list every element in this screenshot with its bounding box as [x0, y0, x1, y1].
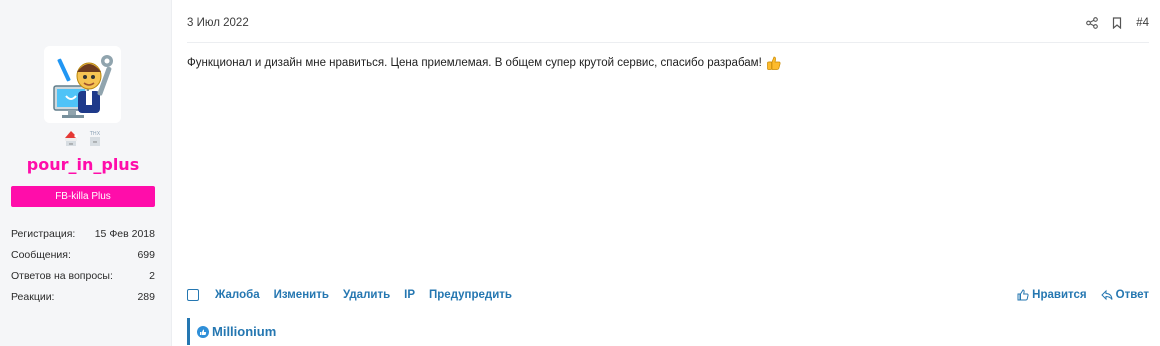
like-reaction-icon: [197, 325, 209, 338]
warn-link[interactable]: Предупредить: [429, 289, 512, 301]
like-button[interactable]: Нравится: [1017, 289, 1087, 301]
post-message: Функционал и дизайн мне нравиться. Цена …: [187, 55, 782, 71]
stat-registration: Регистрация: 15 Фев 2018: [11, 225, 155, 246]
report-link[interactable]: Жалоба: [215, 289, 260, 301]
post-meta-actions: #4: [1086, 15, 1149, 31]
post-actions-right: Нравится Ответ: [1017, 289, 1149, 301]
reactions-bar: Millionium: [187, 318, 276, 345]
delete-link[interactable]: Удалить: [343, 289, 390, 301]
bookmark-icon[interactable]: [1112, 17, 1122, 29]
user-banner: FB-killa Plus: [11, 186, 155, 207]
message-text: Функционал и дизайн мне нравиться. Цена …: [187, 57, 762, 69]
user-sidebar: xx THX xx pour_in_plus FB-killa Plus Рег…: [0, 0, 172, 346]
post-meta: 3 Июл 2022 #4: [187, 15, 1149, 43]
post-number[interactable]: #4: [1136, 17, 1149, 29]
thx-badge-icon: THX xx: [89, 131, 101, 146]
post-container: xx THX xx pour_in_plus FB-killa Plus Рег…: [0, 0, 1160, 346]
svg-text:xx: xx: [93, 139, 97, 144]
stat-messages: Сообщения: 699: [11, 246, 155, 267]
post-footer: Жалоба Изменить Удалить IP Предупредить …: [187, 289, 1149, 305]
reply-label: Ответ: [1115, 289, 1149, 301]
edit-link[interactable]: Изменить: [274, 289, 329, 301]
select-post-checkbox[interactable]: [187, 289, 199, 301]
avatar[interactable]: [44, 46, 121, 123]
share-icon[interactable]: [1086, 17, 1099, 29]
post-date[interactable]: 3 Июл 2022: [187, 17, 249, 29]
post-content: 3 Июл 2022 #4 Функционал и дизайн мне нр…: [172, 0, 1160, 346]
stat-value: 289: [137, 291, 155, 303]
thumbs-up-icon: [1017, 289, 1029, 301]
stat-value: 15 Фев 2018: [94, 228, 155, 240]
thumbs-up-emoji-icon: [766, 56, 781, 70]
stat-label: Регистрация:: [11, 228, 76, 240]
reply-button[interactable]: Ответ: [1100, 289, 1149, 301]
stat-label: Реакции:: [11, 291, 55, 303]
user-stats: Регистрация: 15 Фев 2018 Сообщения: 699 …: [11, 225, 155, 309]
stat-label: Сообщения:: [11, 249, 71, 261]
stat-label: Ответов на вопросы:: [11, 270, 113, 282]
reply-arrow-icon: [1100, 289, 1113, 301]
stat-answers: Ответов на вопросы: 2: [11, 267, 155, 288]
user-badges: xx THX xx: [64, 130, 102, 146]
stat-value: 2: [149, 270, 155, 282]
stat-reactions: Реакции: 289: [11, 288, 155, 309]
svg-text:THX: THX: [89, 131, 101, 137]
stat-value: 699: [137, 249, 155, 261]
santa-hat-badge-icon: xx: [65, 131, 78, 146]
reaction-user-link[interactable]: Millionium: [212, 324, 276, 339]
ip-link[interactable]: IP: [404, 289, 415, 301]
like-label: Нравится: [1032, 289, 1087, 301]
svg-text:xx: xx: [69, 141, 73, 146]
post-actions-left: Жалоба Изменить Удалить IP Предупредить: [187, 289, 512, 301]
username[interactable]: pour_in_plus: [0, 155, 166, 174]
